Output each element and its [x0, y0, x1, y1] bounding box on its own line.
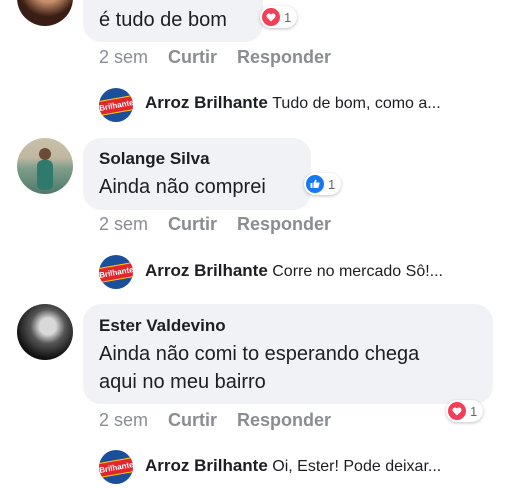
- brand-logo-text: Brilhante: [99, 94, 133, 116]
- comment-author[interactable]: Ester Valdevino: [99, 316, 226, 336]
- comment-text: é tudo de bom: [99, 9, 227, 31]
- like-button[interactable]: Curtir: [168, 214, 217, 235]
- commenter-avatar[interactable]: [17, 304, 73, 360]
- reply-author: Arroz Brilhante: [145, 261, 268, 280]
- reply-preview[interactable]: Arroz Brilhante Corre no mercado Sô!...: [145, 261, 443, 281]
- reaction-badge[interactable]: 1: [446, 400, 484, 422]
- reply-author: Arroz Brilhante: [145, 93, 268, 112]
- reaction-count: 1: [328, 176, 336, 192]
- commenter-avatar[interactable]: [17, 138, 73, 194]
- comment-time[interactable]: 2 sem: [99, 410, 148, 431]
- reply-button[interactable]: Responder: [237, 214, 331, 235]
- reply-preview[interactable]: Arroz Brilhante Tudo de bom, como a...: [145, 93, 441, 113]
- brand-logo-text: Brilhante: [99, 261, 133, 283]
- reaction-badge[interactable]: 1: [260, 6, 298, 28]
- reply-text: Tudo de bom, como a...: [272, 95, 441, 112]
- comment-time[interactable]: 2 sem: [99, 47, 148, 68]
- heart-reaction-icon: [262, 8, 280, 26]
- brand-logo[interactable]: Brilhante: [99, 88, 133, 122]
- reply-button[interactable]: Responder: [237, 47, 331, 68]
- like-reaction-icon: [306, 175, 324, 193]
- reply-preview[interactable]: Arroz Brilhante Oi, Ester! Pode deixar..…: [145, 456, 441, 476]
- comment-author[interactable]: Solange Silva: [99, 149, 210, 169]
- comment-text-line-2: aqui no meu bairro: [99, 371, 266, 393]
- reply-text: Corre no mercado Sô!...: [272, 263, 443, 280]
- comment-text-line-1: Ainda não comi to esperando chega: [99, 343, 420, 365]
- brand-logo[interactable]: Brilhante: [99, 450, 133, 484]
- reply-button[interactable]: Responder: [237, 410, 331, 431]
- brand-logo[interactable]: Brilhante: [99, 255, 133, 289]
- commenter-avatar[interactable]: [17, 0, 73, 26]
- reaction-count: 1: [470, 403, 478, 419]
- comment-time[interactable]: 2 sem: [99, 214, 148, 235]
- reaction-count: 1: [284, 9, 292, 25]
- comment-text: Ainda não comprei: [99, 176, 266, 198]
- like-button[interactable]: Curtir: [168, 47, 217, 68]
- reply-text: Oi, Ester! Pode deixar...: [272, 458, 442, 475]
- reaction-badge[interactable]: 1: [304, 173, 342, 195]
- brand-logo-text: Brilhante: [99, 456, 133, 478]
- heart-reaction-icon: [448, 402, 466, 420]
- reply-author: Arroz Brilhante: [145, 456, 268, 475]
- like-button[interactable]: Curtir: [168, 410, 217, 431]
